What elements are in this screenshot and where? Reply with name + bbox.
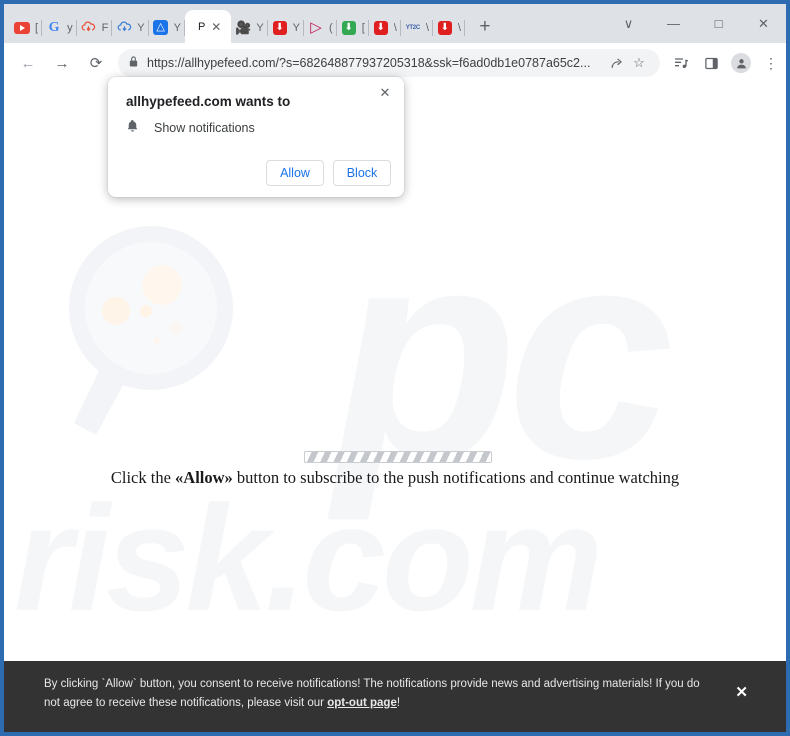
dialog-actions: Allow Block [266,160,391,186]
avatar[interactable] [726,49,756,77]
tab-10[interactable]: ⬇ [ [337,12,369,43]
tab-title: \ [393,21,397,34]
tab-title: F [101,21,109,34]
tab-active-page[interactable]: P ✕ [184,10,232,43]
yt2c-icon: YT2C [405,24,420,31]
tab-title: Y [137,21,145,34]
close-window-button[interactable]: ✕ [741,4,786,43]
google-icon: G [48,19,60,35]
tab-13[interactable]: ⬇ \ [433,12,465,43]
tab-12[interactable]: YT2C \ [401,12,433,43]
risk-watermark: risk.com [14,474,603,642]
reading-list-icon[interactable] [666,49,696,77]
tab-title: Y [256,21,264,34]
opt-out-link[interactable]: opt-out page [327,697,397,709]
tab-list: [ G y F Y △ Y P ✕ 🎥 Y ⬇ Y ▷ (⬇ [⬇ \ YT… [10,4,499,43]
youtube-icon [14,20,30,36]
red-download-icon: ⬇ [373,20,389,36]
blue-square-icon: △ [153,20,169,36]
banner-line2-before: agree to receive these notifications, pl… [63,697,328,709]
tab-title: [ [35,21,39,34]
browser-window: [ G y F Y △ Y P ✕ 🎥 Y ⬇ Y ▷ (⬇ [⬇ \ YT… [4,4,786,732]
tab-1[interactable]: [ [10,12,43,43]
red-download-icon: ⬇ [272,20,288,36]
profile-icon [731,53,751,73]
banner-line2-after: ! [396,697,401,709]
tab-title: \ [457,21,461,34]
notification-permission-dialog: ✕ allhypefeed.com wants to Show notifica… [108,77,404,197]
share-icon[interactable] [606,56,628,70]
lock-icon [128,55,139,71]
camera-icon: 🎥 [235,20,252,35]
tab-11[interactable]: ⬇ \ [369,12,401,43]
consent-banner: By clicking `Allow` button, you consent … [4,661,786,732]
tab-title: y [67,21,73,34]
green-download-icon: ⬇ [341,20,357,36]
banner-close-icon[interactable]: ✕ [735,683,748,701]
window-controls: ∨ — □ ✕ [606,4,786,43]
tab-5[interactable]: △ Y [149,12,185,43]
back-icon[interactable]: ← [14,49,42,77]
tab-2[interactable]: G y [42,12,77,43]
banner-text: By clicking `Allow` button, you consent … [44,675,704,713]
tab-strip: [ G y F Y △ Y P ✕ 🎥 Y ⬇ Y ▷ (⬇ [⬇ \ YT… [4,4,786,43]
allow-keyword: «Allow» [175,468,233,487]
tab-title: Y [292,21,301,34]
play-icon: ▷ [310,19,322,36]
tab-title: P [197,20,206,33]
tab-search-icon[interactable]: ∨ [606,4,651,43]
new-tab-button[interactable]: + [471,13,499,41]
tab-title: ( [329,21,333,34]
tab-title: \ [425,21,429,34]
close-icon[interactable]: ✕ [209,20,223,34]
menu-icon[interactable]: ⋮ [756,49,786,77]
red-download-icon: ⬇ [437,20,453,36]
tab-9[interactable]: ▷ ( [304,12,337,43]
minimize-button[interactable]: — [651,4,696,43]
dialog-close-icon[interactable]: ✕ [376,84,394,102]
url-text: https://allhypefeed.com/?s=6826488779372… [147,56,591,70]
dialog-title: allhypefeed.com wants to [126,94,291,109]
tab-3[interactable]: F [77,12,113,43]
red-cloud-download-icon [81,20,97,36]
address-bar[interactable]: https://allhypefeed.com/?s=6826488779372… [118,49,660,77]
maximize-button[interactable]: □ [696,4,741,43]
instruction-suffix: button to subscribe to the push notifica… [232,468,680,487]
tab-8[interactable]: ⬇ Y [268,12,305,43]
block-button[interactable]: Block [333,160,391,186]
tab-title: Y [173,21,181,34]
tab-title: [ [361,21,365,34]
permission-row: Show notifications [126,119,255,136]
tab-7[interactable]: 🎥 Y [231,12,268,43]
side-panel-icon[interactable] [696,49,726,77]
permission-label: Show notifications [154,120,255,135]
allow-button[interactable]: Allow [266,160,324,186]
tab-divider [463,20,465,36]
forward-icon[interactable]: → [48,49,76,77]
tab-4[interactable]: Y [112,12,149,43]
loading-progress-bar [304,451,492,463]
reload-icon[interactable]: ⟳ [82,49,110,77]
instruction-prefix: Click the [110,468,176,487]
blue-cloud-download-icon [116,20,132,36]
instruction-text: Click the «Allow» button to subscribe to… [4,468,786,488]
bell-icon [126,119,144,136]
bookmark-star-icon[interactable]: ☆ [628,55,650,71]
magnifier-watermark [66,223,236,435]
